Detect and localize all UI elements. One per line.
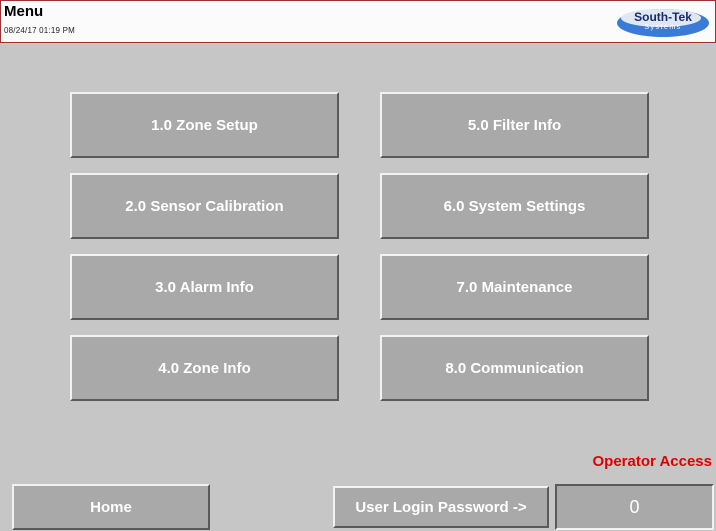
logo-subtext: Systems — [644, 24, 682, 31]
filter-info-button[interactable]: 5.0 Filter Info — [380, 92, 649, 158]
zone-info-button[interactable]: 4.0 Zone Info — [70, 335, 339, 401]
logo-text: South-Tek — [634, 10, 692, 24]
zone-setup-button[interactable]: 1.0 Zone Setup — [70, 92, 339, 158]
datetime-display: 08/24/17 01:19 PM — [4, 26, 76, 35]
sensor-calibration-button[interactable]: 2.0 Sensor Calibration — [70, 173, 339, 239]
password-value-field[interactable]: 0 — [555, 484, 714, 530]
alarm-info-button[interactable]: 3.0 Alarm Info — [70, 254, 339, 320]
maintenance-button[interactable]: 7.0 Maintenance — [380, 254, 649, 320]
page-title: Menu — [4, 3, 44, 20]
south-tek-logo: South-Tek Systems — [616, 7, 710, 38]
home-button[interactable]: Home — [12, 484, 210, 530]
header-bar: Menu 08/24/17 01:19 PM South-Tek Systems — [0, 0, 716, 43]
user-login-password-button[interactable]: User Login Password -> — [333, 486, 549, 528]
system-settings-button[interactable]: 6.0 System Settings — [380, 173, 649, 239]
access-level-label: Operator Access — [592, 453, 712, 470]
communication-button[interactable]: 8.0 Communication — [380, 335, 649, 401]
